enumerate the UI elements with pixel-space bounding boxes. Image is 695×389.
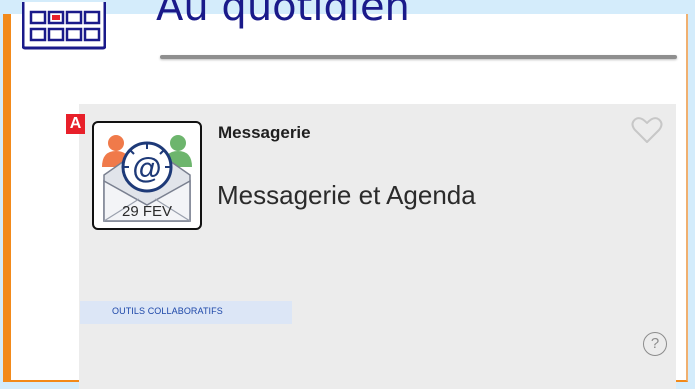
icon-date-label: 29 FEV	[121, 203, 173, 220]
app-icon[interactable]: @ 29 FEV	[92, 121, 202, 230]
section-title: Au quotidien	[156, 0, 410, 30]
heart-icon[interactable]	[631, 116, 663, 144]
calendar-icon	[22, 2, 106, 50]
category-tag: OUTILS COLLABORATIFS	[80, 301, 292, 324]
help-icon[interactable]: ?	[643, 332, 667, 356]
service-category: Messagerie	[218, 123, 311, 142]
svg-text:@: @	[132, 152, 161, 185]
service-title[interactable]: Messagerie et Agenda	[217, 180, 476, 211]
service-badge: A	[66, 114, 85, 134]
title-underline	[160, 55, 677, 59]
